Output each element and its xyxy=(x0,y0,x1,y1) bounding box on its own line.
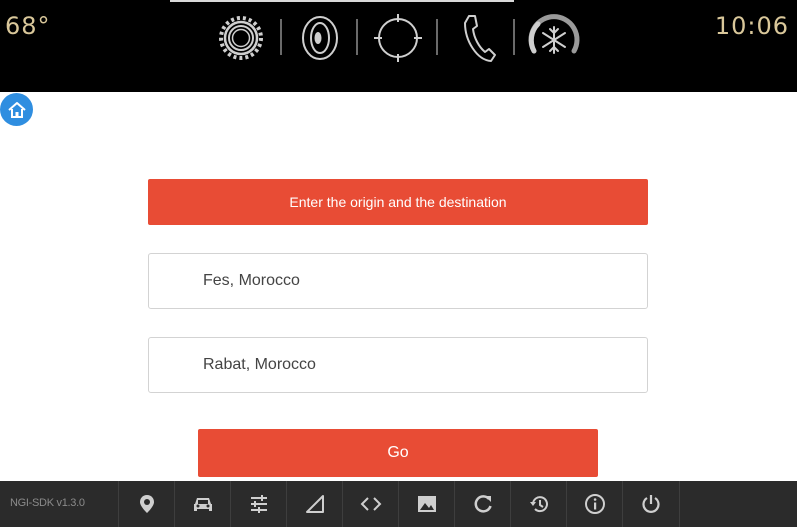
divider xyxy=(280,19,282,55)
origin-field[interactable] xyxy=(148,253,648,309)
code-brackets-icon[interactable] xyxy=(342,481,399,527)
image-icon[interactable] xyxy=(398,481,455,527)
go-button[interactable]: Go xyxy=(198,429,598,477)
origin-input[interactable] xyxy=(203,254,623,308)
info-icon[interactable] xyxy=(566,481,623,527)
refresh-icon[interactable] xyxy=(454,481,511,527)
signal-triangle-icon[interactable] xyxy=(286,481,343,527)
divider xyxy=(436,19,438,55)
clock-readout: 10:06 xyxy=(714,12,789,40)
tune-sliders-icon[interactable] xyxy=(230,481,287,527)
climate-fan-icon[interactable] xyxy=(525,10,583,66)
phone-icon[interactable] xyxy=(455,10,499,66)
home-icon xyxy=(7,101,26,118)
power-icon[interactable] xyxy=(622,481,680,527)
divider xyxy=(356,19,358,55)
destination-field[interactable] xyxy=(148,337,648,393)
window-edge xyxy=(170,0,514,2)
divider xyxy=(513,19,515,55)
status-bar: 68° 10:06 xyxy=(0,0,797,92)
route-instruction-banner: Enter the origin and the destination xyxy=(148,179,648,225)
car-icon[interactable] xyxy=(174,481,231,527)
location-pin-icon[interactable] xyxy=(118,481,175,527)
settings-gear-icon[interactable] xyxy=(214,10,268,66)
sdk-version-label: NGI-SDK v1.3.0 xyxy=(10,497,85,509)
navigation-crosshair-icon[interactable] xyxy=(372,10,424,66)
history-icon[interactable] xyxy=(510,481,567,527)
home-button[interactable] xyxy=(0,93,33,126)
temperature-readout: 68° xyxy=(5,12,51,40)
speaker-icon[interactable] xyxy=(297,10,343,66)
destination-input[interactable] xyxy=(203,338,623,392)
bottom-toolbar: NGI-SDK v1.3.0 xyxy=(0,481,797,527)
